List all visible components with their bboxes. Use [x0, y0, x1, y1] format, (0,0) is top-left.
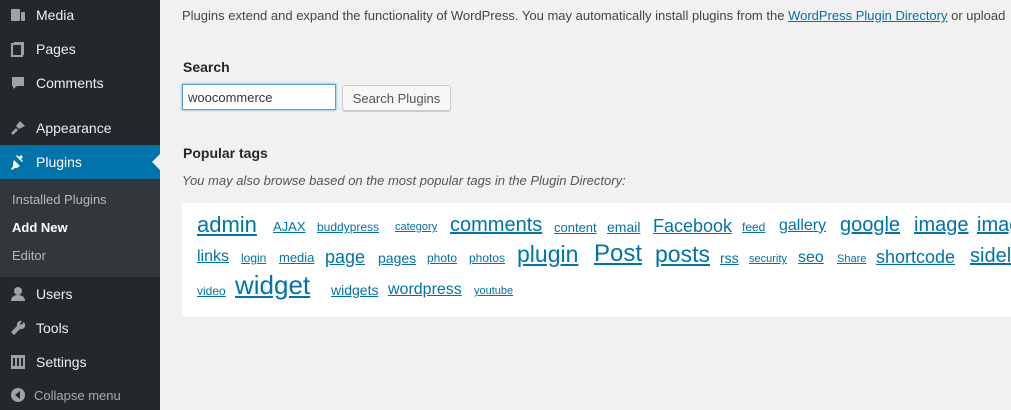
- pages-icon: [10, 41, 26, 57]
- sidebar-item-label: Comments: [36, 75, 104, 91]
- tag-link[interactable]: widgets: [331, 283, 378, 297]
- users-icon: [10, 286, 26, 302]
- sidebar-item-label: Settings: [36, 354, 87, 370]
- sidebar-item-users[interactable]: Users: [0, 277, 160, 311]
- sidebar-item-label: Media: [36, 7, 75, 23]
- tag-link[interactable]: links: [197, 249, 229, 265]
- tag-link[interactable]: photo: [427, 252, 457, 264]
- appearance-icon: [10, 120, 26, 136]
- tag-link[interactable]: security: [749, 254, 787, 265]
- tag-link[interactable]: AJAX: [273, 220, 306, 233]
- tag-link[interactable]: posts: [655, 243, 710, 266]
- sidebar-item-label: Plugins: [36, 154, 82, 170]
- popular-tags-heading: Popular tags: [183, 145, 268, 161]
- tag-link[interactable]: buddypress: [317, 221, 379, 233]
- intro-text: Plugins extend and expand the functional…: [182, 8, 1006, 23]
- tag-link[interactable]: google: [840, 215, 900, 235]
- popular-tags-description: You may also browse based on the most po…: [182, 173, 626, 188]
- tag-link[interactable]: gallery: [779, 218, 826, 234]
- sidebar-item-settings[interactable]: Settings: [0, 345, 160, 379]
- plugins-submenu: Installed Plugins Add New Editor: [0, 179, 160, 277]
- sidebar-item-label: Tools: [36, 320, 69, 336]
- tag-link[interactable]: Post: [594, 242, 642, 266]
- search-input[interactable]: [182, 84, 336, 110]
- tag-link[interactable]: content: [554, 221, 597, 234]
- submenu-editor[interactable]: Editor: [12, 248, 46, 263]
- tag-link[interactable]: imag: [977, 215, 1011, 235]
- tag-link[interactable]: admin: [197, 214, 257, 236]
- collapse-menu-button[interactable]: Collapse menu: [0, 381, 121, 409]
- tag-link[interactable]: plugin: [517, 243, 578, 266]
- current-menu-arrow: [152, 154, 160, 170]
- tag-link[interactable]: category: [395, 222, 437, 233]
- plugin-directory-link[interactable]: WordPress Plugin Directory: [788, 8, 947, 23]
- sidebar-item-comments[interactable]: Comments: [0, 66, 160, 100]
- plugins-icon: [10, 154, 26, 170]
- tag-link[interactable]: video: [197, 285, 226, 297]
- tag-link[interactable]: image: [914, 215, 968, 235]
- media-icon: [10, 7, 26, 23]
- tag-link[interactable]: login: [241, 252, 266, 264]
- tag-link[interactable]: sidel: [970, 246, 1011, 266]
- tag-link[interactable]: wordpress: [388, 282, 462, 298]
- tag-link[interactable]: comments: [450, 215, 542, 235]
- tag-link[interactable]: photos: [469, 252, 505, 264]
- settings-icon: [10, 354, 26, 370]
- sidebar-item-label: Users: [36, 286, 73, 302]
- collapse-menu-label: Collapse menu: [34, 387, 121, 403]
- search-plugins-button[interactable]: Search Plugins: [342, 85, 451, 111]
- sidebar-item-label: Appearance: [36, 120, 112, 136]
- tag-link[interactable]: media: [279, 251, 314, 264]
- tag-link[interactable]: feed: [742, 221, 765, 233]
- sidebar-item-media[interactable]: Media: [0, 0, 160, 32]
- sidebar-item-pages[interactable]: Pages: [0, 32, 160, 66]
- tag-link[interactable]: pages: [378, 251, 416, 265]
- tag-link[interactable]: shortcode: [876, 248, 955, 266]
- collapse-icon: [10, 387, 26, 403]
- tag-link[interactable]: youtube: [474, 286, 513, 297]
- search-heading: Search: [183, 59, 230, 75]
- tag-link[interactable]: rss: [720, 251, 739, 265]
- tag-link[interactable]: seo: [798, 250, 824, 266]
- tag-cloud: admin AJAX buddypress category comments …: [182, 203, 1011, 317]
- sidebar-item-tools[interactable]: Tools: [0, 311, 160, 345]
- admin-sidebar: Media Pages Comments Appearance Plugins …: [0, 0, 160, 410]
- submenu-installed-plugins[interactable]: Installed Plugins: [12, 192, 107, 207]
- comments-icon: [10, 75, 26, 91]
- submenu-add-new[interactable]: Add New: [12, 220, 68, 235]
- sidebar-item-appearance[interactable]: Appearance: [0, 111, 160, 145]
- tag-link[interactable]: widget: [235, 272, 310, 298]
- tag-link[interactable]: Share: [837, 254, 866, 265]
- sidebar-item-plugins[interactable]: Plugins: [0, 145, 160, 179]
- tag-link[interactable]: Facebook: [653, 217, 732, 235]
- tag-link[interactable]: page: [325, 248, 365, 266]
- sidebar-item-label: Pages: [36, 41, 76, 57]
- tag-link[interactable]: email: [607, 220, 640, 234]
- tools-icon: [10, 320, 26, 336]
